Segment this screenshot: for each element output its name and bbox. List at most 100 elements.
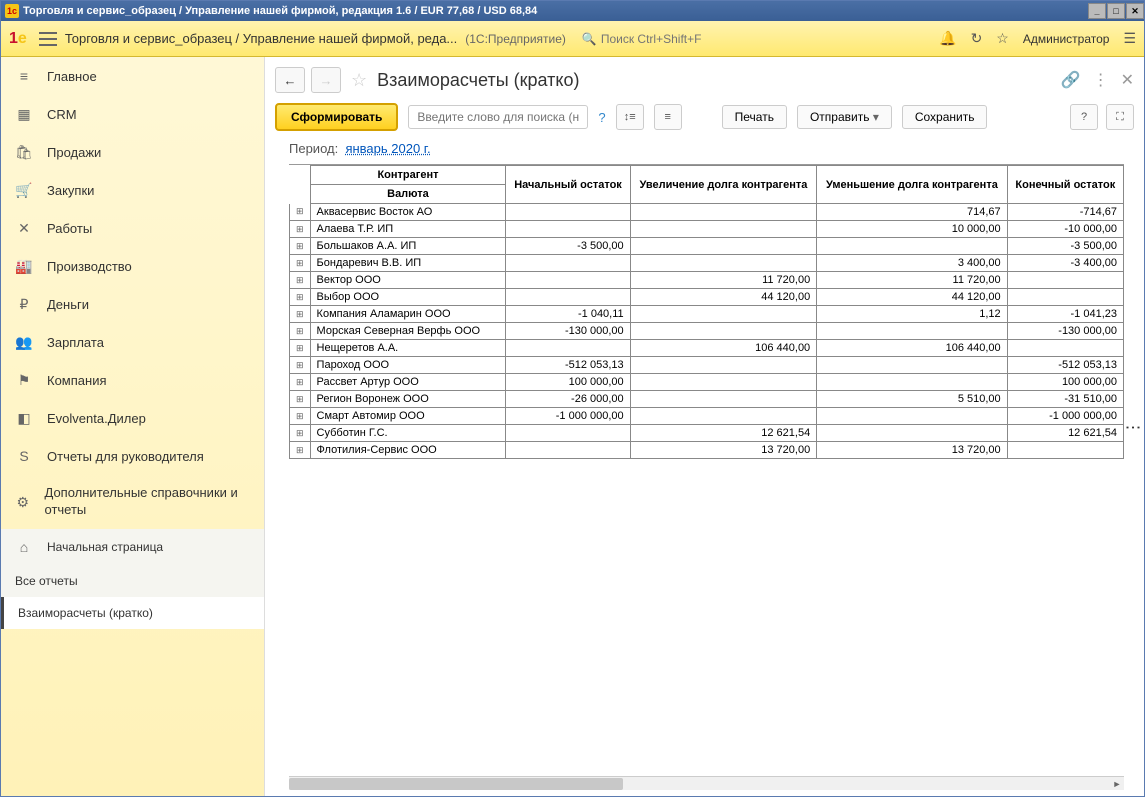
table-row[interactable]: ⊞Компания Аламарин ООО-1 040,111,12-1 04… bbox=[290, 306, 1124, 323]
table-row[interactable]: ⊞Вектор ООО11 720,0011 720,00 bbox=[290, 272, 1124, 289]
sidebar-item-6[interactable]: ₽Деньги bbox=[1, 285, 264, 323]
expand-icon[interactable]: ⊞ bbox=[290, 306, 311, 323]
cell-dec: 5 510,00 bbox=[817, 391, 1007, 408]
cell-dec bbox=[817, 425, 1007, 442]
table-row[interactable]: ⊞Пароход ООО-512 053,13-512 053,13 bbox=[290, 357, 1124, 374]
global-search[interactable]: 🔍 bbox=[582, 32, 741, 46]
expand-icon[interactable]: ⊞ bbox=[290, 221, 311, 238]
fullscreen-icon[interactable]: ⛶ bbox=[1106, 104, 1134, 130]
maximize-button[interactable]: □ bbox=[1107, 3, 1125, 19]
user-label[interactable]: Администратор bbox=[1023, 32, 1110, 46]
cell-end: -512 053,13 bbox=[1007, 357, 1123, 374]
content-area: ← → ☆ Взаиморасчеты (кратко) 🔗 ⋮ ✕ Сформ… bbox=[265, 57, 1144, 796]
print-button[interactable]: Печать bbox=[722, 105, 787, 129]
table-row[interactable]: ⊞Регион Воронеж ООО-26 000,005 510,00-31… bbox=[290, 391, 1124, 408]
sidebar-item-3[interactable]: 🛒Закупки bbox=[1, 171, 264, 209]
table-row[interactable]: ⊞Аквасервис Восток АО714,67-714,67 bbox=[290, 204, 1124, 221]
scroll-thumb[interactable] bbox=[289, 778, 623, 790]
cell-dec: 44 120,00 bbox=[817, 289, 1007, 306]
period-link[interactable]: январь 2020 г. bbox=[345, 141, 430, 156]
save-button[interactable]: Сохранить bbox=[902, 105, 988, 129]
report-search-input[interactable] bbox=[408, 105, 588, 129]
table-row[interactable]: ⊞Флотилия-Сервис ООО13 720,0013 720,00 bbox=[290, 442, 1124, 459]
user-menu-icon[interactable]: ☰ bbox=[1123, 30, 1136, 47]
table-row[interactable]: ⊞Субботин Г.С.12 621,5412 621,54 bbox=[290, 425, 1124, 442]
favorite-star-icon[interactable]: ☆ bbox=[351, 70, 367, 91]
sidebar-item-7[interactable]: 👥Зарплата bbox=[1, 323, 264, 361]
close-tab-icon[interactable]: ✕ bbox=[1121, 70, 1134, 90]
link-icon[interactable]: 🔗 bbox=[1061, 70, 1081, 90]
bell-icon[interactable]: 🔔 bbox=[939, 30, 956, 47]
expand-icon[interactable]: ⊞ bbox=[290, 357, 311, 374]
sidebar-item-9[interactable]: ◧Evolventa.Дилер bbox=[1, 399, 264, 437]
expand-icon[interactable]: ⊞ bbox=[290, 340, 311, 357]
expand-icon[interactable]: ⊞ bbox=[290, 408, 311, 425]
nav-back-button[interactable]: ← bbox=[275, 67, 305, 93]
help-icon[interactable]: ? bbox=[598, 110, 605, 125]
sidebar-item-2[interactable]: 🛍Продажи bbox=[1, 133, 264, 171]
collapse-rows-icon[interactable]: ≡ bbox=[654, 104, 682, 130]
table-row[interactable]: ⊞Смарт Автомир ООО-1 000 000,00-1 000 00… bbox=[290, 408, 1124, 425]
sidebar-label: Производство bbox=[47, 259, 132, 274]
expand-icon[interactable]: ⊞ bbox=[290, 272, 311, 289]
expand-icon[interactable]: ⊞ bbox=[290, 238, 311, 255]
table-row[interactable]: ⊞Нещеретов А.А.106 440,00106 440,00 bbox=[290, 340, 1124, 357]
sidebar-item-1[interactable]: ▦CRM bbox=[1, 95, 264, 133]
expand-icon[interactable]: ⊞ bbox=[290, 255, 311, 272]
col-end[interactable]: Конечный остаток bbox=[1007, 166, 1123, 204]
cell-start bbox=[506, 221, 630, 238]
expand-icon[interactable]: ⊞ bbox=[290, 204, 311, 221]
expand-icon[interactable]: ⊞ bbox=[290, 442, 311, 459]
col-increase[interactable]: Увеличение долга контрагента bbox=[630, 166, 817, 204]
cell-inc bbox=[630, 221, 817, 238]
menu-burger-icon[interactable] bbox=[39, 32, 57, 46]
col-contragent[interactable]: Контрагент bbox=[310, 166, 506, 185]
table-row[interactable]: ⊞Бондаревич В.В. ИП3 400,00-3 400,00 bbox=[290, 255, 1124, 272]
more-icon[interactable]: ⋮ bbox=[1093, 70, 1109, 90]
table-row[interactable]: ⊞Рассвет Артур ООО100 000,00100 000,00 bbox=[290, 374, 1124, 391]
sidebar-item-4[interactable]: ✕Работы bbox=[1, 209, 264, 247]
col-start[interactable]: Начальный остаток bbox=[506, 166, 630, 204]
help-button[interactable]: ? bbox=[1070, 104, 1098, 130]
expand-icon[interactable]: ⊞ bbox=[290, 289, 311, 306]
table-row[interactable]: ⊞Морская Северная Верфь ООО-130 000,00-1… bbox=[290, 323, 1124, 340]
sidebar-item-10[interactable]: SОтчеты для руководителя bbox=[1, 437, 264, 475]
close-window-button[interactable]: ✕ bbox=[1126, 3, 1144, 19]
side-dots-icon[interactable]: ⋮ bbox=[1123, 419, 1142, 434]
nav-forward-button[interactable]: → bbox=[311, 67, 341, 93]
report-grid[interactable]: Контрагент Начальный остаток Увеличение … bbox=[289, 164, 1124, 772]
sidebar-item-11[interactable]: ⚙Дополнительные справочники и отчеты bbox=[1, 475, 264, 529]
star-icon[interactable]: ☆ bbox=[996, 30, 1009, 47]
cell-end: -10 000,00 bbox=[1007, 221, 1123, 238]
sidebar-item-0[interactable]: ≡Главное bbox=[1, 57, 264, 95]
sidebar-sec-item-0[interactable]: ⌂Начальная страница bbox=[1, 529, 264, 565]
sidebar-item-8[interactable]: ⚑Компания bbox=[1, 361, 264, 399]
table-row[interactable]: ⊞Большаков А.А. ИП-3 500,00-3 500,00 bbox=[290, 238, 1124, 255]
sidebar-sec-item-1[interactable]: Все отчеты bbox=[1, 565, 264, 597]
sidebar-icon: 🏭 bbox=[15, 257, 33, 275]
global-search-input[interactable] bbox=[601, 32, 741, 46]
horizontal-scrollbar[interactable]: ◄ ► bbox=[289, 776, 1124, 790]
expand-icon[interactable]: ⊞ bbox=[290, 425, 311, 442]
expand-icon[interactable]: ⊞ bbox=[290, 374, 311, 391]
cell-dec bbox=[817, 408, 1007, 425]
history-icon[interactable]: ↻ bbox=[971, 30, 983, 47]
cell-dec bbox=[817, 238, 1007, 255]
sidebar-sec-label: Начальная страница bbox=[47, 540, 163, 554]
col-currency[interactable]: Валюта bbox=[310, 185, 506, 204]
logo-1c-icon: 1e bbox=[9, 30, 27, 48]
scroll-right-icon[interactable]: ► bbox=[1110, 777, 1124, 791]
generate-button[interactable]: Сформировать bbox=[275, 103, 398, 131]
breadcrumb[interactable]: Торговля и сервис_образец / Управление н… bbox=[65, 31, 457, 46]
send-button[interactable]: Отправить bbox=[797, 105, 892, 129]
sidebar-sec-item-2[interactable]: Взаиморасчеты (кратко) bbox=[1, 597, 264, 629]
table-row[interactable]: ⊞Выбор ООО44 120,0044 120,00 bbox=[290, 289, 1124, 306]
expand-icon[interactable]: ⊞ bbox=[290, 323, 311, 340]
minimize-button[interactable]: _ bbox=[1088, 3, 1106, 19]
expand-icon[interactable]: ⊞ bbox=[290, 391, 311, 408]
col-decrease[interactable]: Уменьшение долга контрагента bbox=[817, 166, 1007, 204]
expand-rows-icon[interactable]: ↕≡ bbox=[616, 104, 644, 130]
table-row[interactable]: ⊞Алаева Т.Р. ИП10 000,00-10 000,00 bbox=[290, 221, 1124, 238]
window-title: Торговля и сервис_образец / Управление н… bbox=[23, 5, 537, 17]
sidebar-item-5[interactable]: 🏭 Производство bbox=[1, 247, 264, 285]
